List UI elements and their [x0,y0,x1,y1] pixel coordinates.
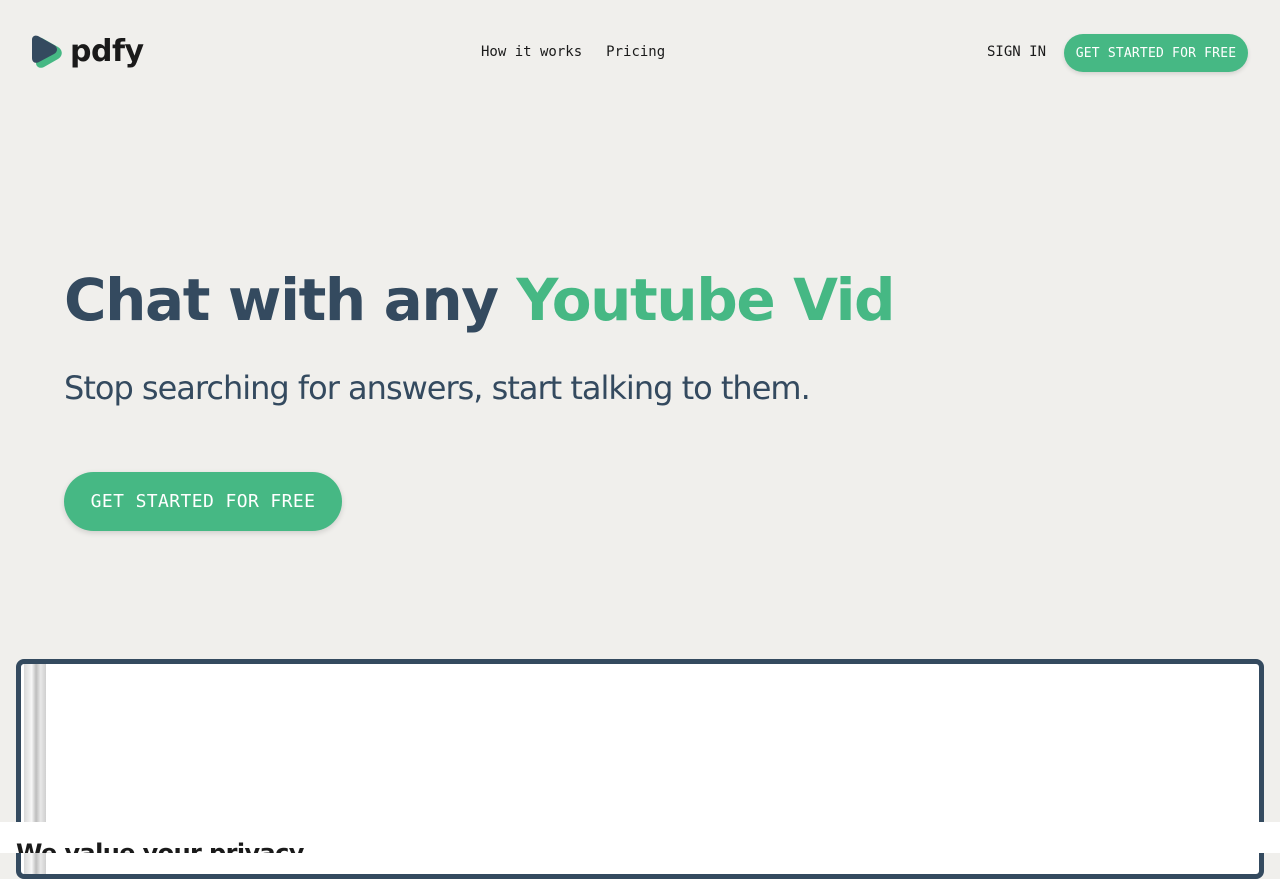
header-get-started-button[interactable]: GET STARTED FOR FREE [1064,34,1248,72]
hero-title: Chat with any Youtube Vid [64,258,896,342]
logo-wordmark: pdfy [70,34,144,69]
nav-link-pricing[interactable]: Pricing [606,43,665,61]
hero-title-accent: Youtube Vid [516,266,895,334]
hero-title-main: Chat with any [64,266,499,334]
sign-in-link[interactable]: SIGN IN [987,43,1046,61]
nav-link-how-it-works[interactable]: How it works [481,43,582,61]
main-nav: How it works Pricing [481,43,665,61]
privacy-consent-banner: We value your privacy [0,822,1280,853]
privacy-title: We value your privacy [16,839,304,853]
logo-link[interactable]: pdfy [31,35,144,69]
hero-subtitle: Stop searching for answers, start talkin… [64,369,811,407]
hero-get-started-button[interactable]: GET STARTED FOR FREE [64,472,342,531]
play-leaf-icon [32,35,62,68]
site-header: pdfy How it works Pricing SIGN IN GET ST… [0,0,1280,104]
